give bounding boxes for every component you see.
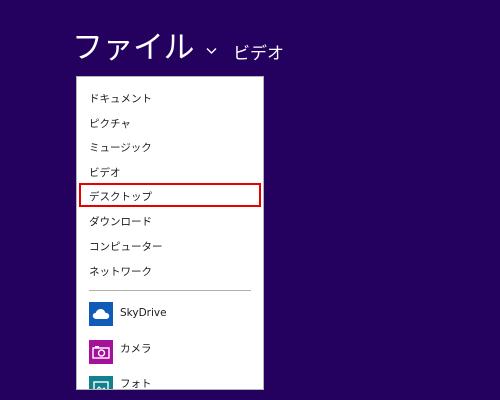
photo-icon (93, 381, 109, 389)
menu-item-pictures[interactable]: ピクチャ (89, 117, 131, 131)
chevron-down-icon[interactable] (206, 47, 217, 55)
camera-icon (92, 346, 110, 359)
skydrive-label[interactable]: SkyDrive (120, 306, 167, 320)
location-dropdown-menu: ドキュメント ピクチャ ミュージック ビデオ デスクトップ ダウンロード コンピ… (76, 76, 264, 390)
app-title[interactable]: ファイル (72, 32, 195, 64)
menu-item-downloads[interactable]: ダウンロード (89, 215, 152, 229)
camera-label[interactable]: カメラ (120, 342, 152, 356)
menu-item-documents[interactable]: ドキュメント (89, 92, 152, 106)
photo-label[interactable]: フォト (120, 377, 152, 389)
menu-item-videos[interactable]: ビデオ (89, 166, 121, 180)
menu-item-computer[interactable]: コンピューター (89, 240, 163, 254)
cloud-icon (92, 309, 110, 319)
header: ファイル ビデオ (72, 26, 284, 70)
menu-divider (89, 290, 251, 291)
photo-tile[interactable] (89, 376, 113, 389)
menu-item-desktop[interactable]: デスクトップ (89, 190, 152, 204)
menu-item-music[interactable]: ミュージック (89, 141, 152, 155)
current-location[interactable]: ビデオ (233, 39, 284, 64)
menu-item-network[interactable]: ネットワーク (89, 265, 152, 279)
skydrive-tile[interactable] (89, 302, 113, 326)
camera-tile[interactable] (89, 340, 113, 364)
